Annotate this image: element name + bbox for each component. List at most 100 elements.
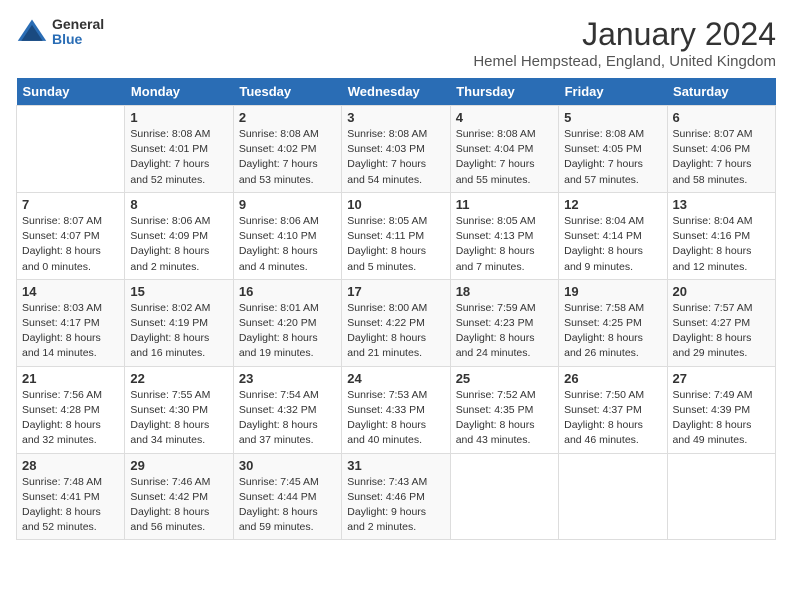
- day-number: 8: [130, 197, 227, 212]
- day-number: 16: [239, 284, 336, 299]
- day-detail: Sunrise: 7:58 AM Sunset: 4:25 PM Dayligh…: [564, 301, 661, 362]
- day-detail: Sunrise: 7:43 AM Sunset: 4:46 PM Dayligh…: [347, 475, 444, 536]
- day-detail: Sunrise: 7:53 AM Sunset: 4:33 PM Dayligh…: [347, 388, 444, 449]
- day-cell: 17Sunrise: 8:00 AM Sunset: 4:22 PM Dayli…: [342, 279, 450, 366]
- day-detail: Sunrise: 8:02 AM Sunset: 4:19 PM Dayligh…: [130, 301, 227, 362]
- day-cell: 26 Sunrise: 7:50 AM Sunset: 4:37 PM Dayli…: [559, 366, 667, 453]
- col-thursday: Thursday: [450, 78, 558, 106]
- day-number: 20: [673, 284, 770, 299]
- day-cell: [667, 453, 775, 540]
- day-number: 18: [456, 284, 553, 299]
- day-detail: Sunrise: 8:08 AM Sunset: 4:04 PM Dayligh…: [456, 127, 553, 188]
- day-number: 25: [456, 371, 553, 386]
- day-number: 27: [673, 371, 770, 386]
- day-cell: 30 Sunrise: 7:45 AM Sunset: 4:44 PM Dayli…: [233, 453, 341, 540]
- day-number: 15: [130, 284, 227, 299]
- day-detail: Sunrise: 7:52 AM Sunset: 4:35 PM Dayligh…: [456, 388, 553, 449]
- day-cell: 10Sunrise: 8:05 AM Sunset: 4:11 PM Dayli…: [342, 192, 450, 279]
- day-cell: 31 Sunrise: 7:43 AM Sunset: 4:46 PM Dayli…: [342, 453, 450, 540]
- day-cell: 6 Sunrise: 8:07 AM Sunset: 4:06 PM Daylig…: [667, 106, 775, 193]
- day-cell: 14 Sunrise: 8:03 AM Sunset: 4:17 PM Dayli…: [17, 279, 125, 366]
- day-detail: Sunrise: 7:57 AM Sunset: 4:27 PM Dayligh…: [673, 301, 770, 362]
- col-sunday: Sunday: [17, 78, 125, 106]
- day-detail: Sunrise: 7:46 AM Sunset: 4:42 PM Dayligh…: [130, 475, 227, 536]
- day-number: 1: [130, 110, 227, 125]
- day-cell: 22Sunrise: 7:55 AM Sunset: 4:30 PM Dayli…: [125, 366, 233, 453]
- day-detail: Sunrise: 8:04 AM Sunset: 4:16 PM Dayligh…: [673, 214, 770, 275]
- day-detail: Sunrise: 7:55 AM Sunset: 4:30 PM Dayligh…: [130, 388, 227, 449]
- day-detail: Sunrise: 7:56 AM Sunset: 4:28 PM Dayligh…: [22, 388, 119, 449]
- day-detail: Sunrise: 7:50 AM Sunset: 4:37 PM Dayligh…: [564, 388, 661, 449]
- day-cell: 16 Sunrise: 8:01 AM Sunset: 4:20 PM Dayli…: [233, 279, 341, 366]
- day-cell: 3Sunrise: 8:08 AM Sunset: 4:03 PM Daylig…: [342, 106, 450, 193]
- week-row-5: 28Sunrise: 7:48 AM Sunset: 4:41 PM Dayli…: [17, 453, 776, 540]
- day-detail: Sunrise: 8:08 AM Sunset: 4:02 PM Dayligh…: [239, 127, 336, 188]
- day-number: 21: [22, 371, 119, 386]
- day-cell: 1 Sunrise: 8:08 AM Sunset: 4:01 PM Daylig…: [125, 106, 233, 193]
- day-number: 12: [564, 197, 661, 212]
- day-number: 26: [564, 371, 661, 386]
- day-detail: Sunrise: 8:07 AM Sunset: 4:07 PM Dayligh…: [22, 214, 119, 275]
- day-cell: 21 Sunrise: 7:56 AM Sunset: 4:28 PM Dayli…: [17, 366, 125, 453]
- month-title: January 2024: [473, 16, 776, 53]
- day-detail: Sunrise: 8:06 AM Sunset: 4:10 PM Dayligh…: [239, 214, 336, 275]
- day-cell: 23 Sunrise: 7:54 AM Sunset: 4:32 PM Dayli…: [233, 366, 341, 453]
- day-detail: Sunrise: 8:04 AM Sunset: 4:14 PM Dayligh…: [564, 214, 661, 275]
- day-number: 13: [673, 197, 770, 212]
- day-cell: 25 Sunrise: 7:52 AM Sunset: 4:35 PM Dayli…: [450, 366, 558, 453]
- day-detail: Sunrise: 8:08 AM Sunset: 4:01 PM Dayligh…: [130, 127, 227, 188]
- day-cell: 24 Sunrise: 7:53 AM Sunset: 4:33 PM Dayli…: [342, 366, 450, 453]
- day-detail: Sunrise: 8:07 AM Sunset: 4:06 PM Dayligh…: [673, 127, 770, 188]
- day-number: 11: [456, 197, 553, 212]
- day-number: 6: [673, 110, 770, 125]
- col-saturday: Saturday: [667, 78, 775, 106]
- day-cell: 19Sunrise: 7:58 AM Sunset: 4:25 PM Dayli…: [559, 279, 667, 366]
- day-number: 24: [347, 371, 444, 386]
- calendar-table: Sunday Monday Tuesday Wednesday Thursday…: [16, 78, 776, 540]
- logo-text: General Blue: [52, 17, 104, 48]
- week-row-4: 21 Sunrise: 7:56 AM Sunset: 4:28 PM Dayli…: [17, 366, 776, 453]
- day-cell: 27 Sunrise: 7:49 AM Sunset: 4:39 PM Dayli…: [667, 366, 775, 453]
- day-number: 5: [564, 110, 661, 125]
- day-cell: 2Sunrise: 8:08 AM Sunset: 4:02 PM Daylig…: [233, 106, 341, 193]
- day-detail: Sunrise: 7:54 AM Sunset: 4:32 PM Dayligh…: [239, 388, 336, 449]
- day-detail: Sunrise: 8:01 AM Sunset: 4:20 PM Dayligh…: [239, 301, 336, 362]
- day-cell: [450, 453, 558, 540]
- day-number: 14: [22, 284, 119, 299]
- day-number: 29: [130, 458, 227, 473]
- day-cell: 20 Sunrise: 7:57 AM Sunset: 4:27 PM Dayli…: [667, 279, 775, 366]
- day-cell: 15 Sunrise: 8:02 AM Sunset: 4:19 PM Dayli…: [125, 279, 233, 366]
- page-header: General Blue January 2024 Hemel Hempstea…: [16, 16, 776, 70]
- location: Hemel Hempstead, England, United Kingdom: [473, 53, 776, 70]
- day-number: 31: [347, 458, 444, 473]
- day-cell: 18 Sunrise: 7:59 AM Sunset: 4:23 PM Dayli…: [450, 279, 558, 366]
- day-cell: 8Sunrise: 8:06 AM Sunset: 4:09 PM Daylig…: [125, 192, 233, 279]
- day-cell: 12 Sunrise: 8:04 AM Sunset: 4:14 PM Dayli…: [559, 192, 667, 279]
- header-row: Sunday Monday Tuesday Wednesday Thursday…: [17, 78, 776, 106]
- day-detail: Sunrise: 8:05 AM Sunset: 4:13 PM Dayligh…: [456, 214, 553, 275]
- day-detail: Sunrise: 7:45 AM Sunset: 4:44 PM Dayligh…: [239, 475, 336, 536]
- day-number: 4: [456, 110, 553, 125]
- day-number: 9: [239, 197, 336, 212]
- week-row-2: 7 Sunrise: 8:07 AM Sunset: 4:07 PM Daylig…: [17, 192, 776, 279]
- calendar-body: 1 Sunrise: 8:08 AM Sunset: 4:01 PM Daylig…: [17, 106, 776, 540]
- week-row-3: 14 Sunrise: 8:03 AM Sunset: 4:17 PM Dayli…: [17, 279, 776, 366]
- day-cell: 29 Sunrise: 7:46 AM Sunset: 4:42 PM Dayli…: [125, 453, 233, 540]
- day-cell: [559, 453, 667, 540]
- logo-blue: Blue: [52, 32, 104, 47]
- day-cell: 7 Sunrise: 8:07 AM Sunset: 4:07 PM Daylig…: [17, 192, 125, 279]
- day-number: 23: [239, 371, 336, 386]
- day-detail: Sunrise: 8:08 AM Sunset: 4:05 PM Dayligh…: [564, 127, 661, 188]
- day-cell: 5 Sunrise: 8:08 AM Sunset: 4:05 PM Daylig…: [559, 106, 667, 193]
- col-friday: Friday: [559, 78, 667, 106]
- logo-icon: [16, 16, 48, 48]
- day-detail: Sunrise: 7:59 AM Sunset: 4:23 PM Dayligh…: [456, 301, 553, 362]
- day-detail: Sunrise: 7:49 AM Sunset: 4:39 PM Dayligh…: [673, 388, 770, 449]
- day-number: 3: [347, 110, 444, 125]
- day-detail: Sunrise: 8:03 AM Sunset: 4:17 PM Dayligh…: [22, 301, 119, 362]
- day-number: 30: [239, 458, 336, 473]
- day-detail: Sunrise: 7:48 AM Sunset: 4:41 PM Dayligh…: [22, 475, 119, 536]
- day-number: 7: [22, 197, 119, 212]
- day-detail: Sunrise: 8:05 AM Sunset: 4:11 PM Dayligh…: [347, 214, 444, 275]
- title-block: January 2024 Hemel Hempstead, England, U…: [473, 16, 776, 70]
